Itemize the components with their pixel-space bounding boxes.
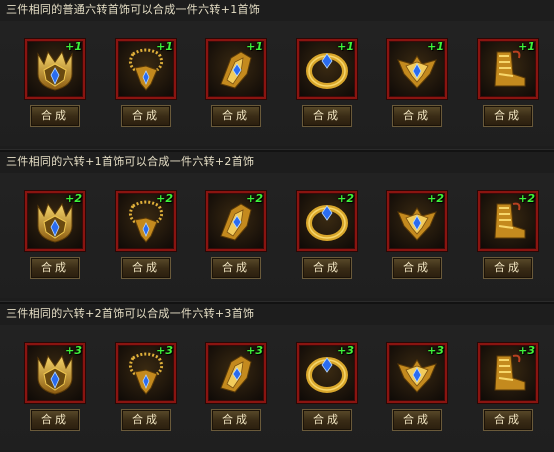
refine-level-badge: +3: [65, 344, 82, 357]
item-frame[interactable]: +2: [478, 191, 538, 251]
synthesize-button[interactable]: 合成: [392, 257, 442, 279]
synthesize-button[interactable]: 合成: [483, 257, 533, 279]
item-frame[interactable]: +2: [387, 191, 447, 251]
synthesis-panel: 三件相同的普通六转首饰可以合成一件六转+1首饰 +1 合成 +1 合成 +1 合成 +…: [0, 0, 554, 450]
refine-level-badge: +2: [156, 192, 173, 205]
section-title: 三件相同的六转+1首饰可以合成一件六转+2首饰: [6, 155, 255, 168]
synthesize-button[interactable]: 合成: [30, 105, 80, 127]
synthesis-section: 三件相同的普通六转首饰可以合成一件六转+1首饰 +1 合成 +1 合成 +1 合成 +…: [0, 3, 554, 148]
synthesize-button[interactable]: 合成: [302, 257, 352, 279]
refine-level-badge: +1: [246, 40, 263, 53]
item-frame[interactable]: +3: [478, 343, 538, 403]
refine-level-badge: +3: [337, 344, 354, 357]
refine-level-badge: +1: [518, 40, 535, 53]
refine-level-badge: +3: [427, 344, 444, 357]
refine-level-badge: +2: [337, 192, 354, 205]
item-frame[interactable]: +1: [478, 39, 538, 99]
synthesize-button[interactable]: 合成: [211, 105, 261, 127]
synthesize-button[interactable]: 合成: [392, 105, 442, 127]
synthesize-button[interactable]: 合成: [30, 409, 80, 431]
item-frame[interactable]: +3: [206, 343, 266, 403]
synthesize-button[interactable]: 合成: [121, 105, 171, 127]
item-frame[interactable]: +1: [387, 39, 447, 99]
section-title: 三件相同的普通六转首饰可以合成一件六转+1首饰: [6, 3, 261, 16]
synthesize-button[interactable]: 合成: [483, 105, 533, 127]
synthesize-button[interactable]: 合成: [302, 409, 352, 431]
refine-level-badge: +3: [518, 344, 535, 357]
item-frame[interactable]: +1: [297, 39, 357, 99]
refine-level-badge: +3: [156, 344, 173, 357]
refine-level-badge: +3: [246, 344, 263, 357]
synthesize-button[interactable]: 合成: [392, 409, 442, 431]
item-frame[interactable]: +3: [25, 343, 85, 403]
synthesis-section: 三件相同的六转+2首饰可以合成一件六转+3首饰 +3 合成 +3 合成 +3 合成 +…: [0, 307, 554, 452]
synthesize-button[interactable]: 合成: [121, 409, 171, 431]
item-frame[interactable]: +2: [206, 191, 266, 251]
synthesize-button[interactable]: 合成: [211, 257, 261, 279]
item-frame[interactable]: +1: [25, 39, 85, 99]
item-frame[interactable]: +2: [116, 191, 176, 251]
synthesize-button[interactable]: 合成: [121, 257, 171, 279]
synthesize-button[interactable]: 合成: [483, 409, 533, 431]
item-frame[interactable]: +2: [297, 191, 357, 251]
refine-level-badge: +2: [246, 192, 263, 205]
synthesis-section: 三件相同的六转+1首饰可以合成一件六转+2首饰 +2 合成 +2 合成 +2 合成 +…: [0, 155, 554, 300]
item-frame[interactable]: +3: [116, 343, 176, 403]
refine-level-badge: +1: [427, 40, 444, 53]
item-frame[interactable]: +1: [116, 39, 176, 99]
section-divider: [0, 149, 554, 152]
refine-level-badge: +1: [65, 40, 82, 53]
refine-level-badge: +2: [65, 192, 82, 205]
item-frame[interactable]: +3: [387, 343, 447, 403]
refine-level-badge: +2: [518, 192, 535, 205]
synthesize-button[interactable]: 合成: [30, 257, 80, 279]
synthesize-button[interactable]: 合成: [302, 105, 352, 127]
refine-level-badge: +2: [427, 192, 444, 205]
item-frame[interactable]: +1: [206, 39, 266, 99]
refine-level-badge: +1: [337, 40, 354, 53]
item-frame[interactable]: +2: [25, 191, 85, 251]
refine-level-badge: +1: [156, 40, 173, 53]
section-divider: [0, 301, 554, 304]
synthesize-button[interactable]: 合成: [211, 409, 261, 431]
item-frame[interactable]: +3: [297, 343, 357, 403]
section-title: 三件相同的六转+2首饰可以合成一件六转+3首饰: [6, 307, 255, 320]
